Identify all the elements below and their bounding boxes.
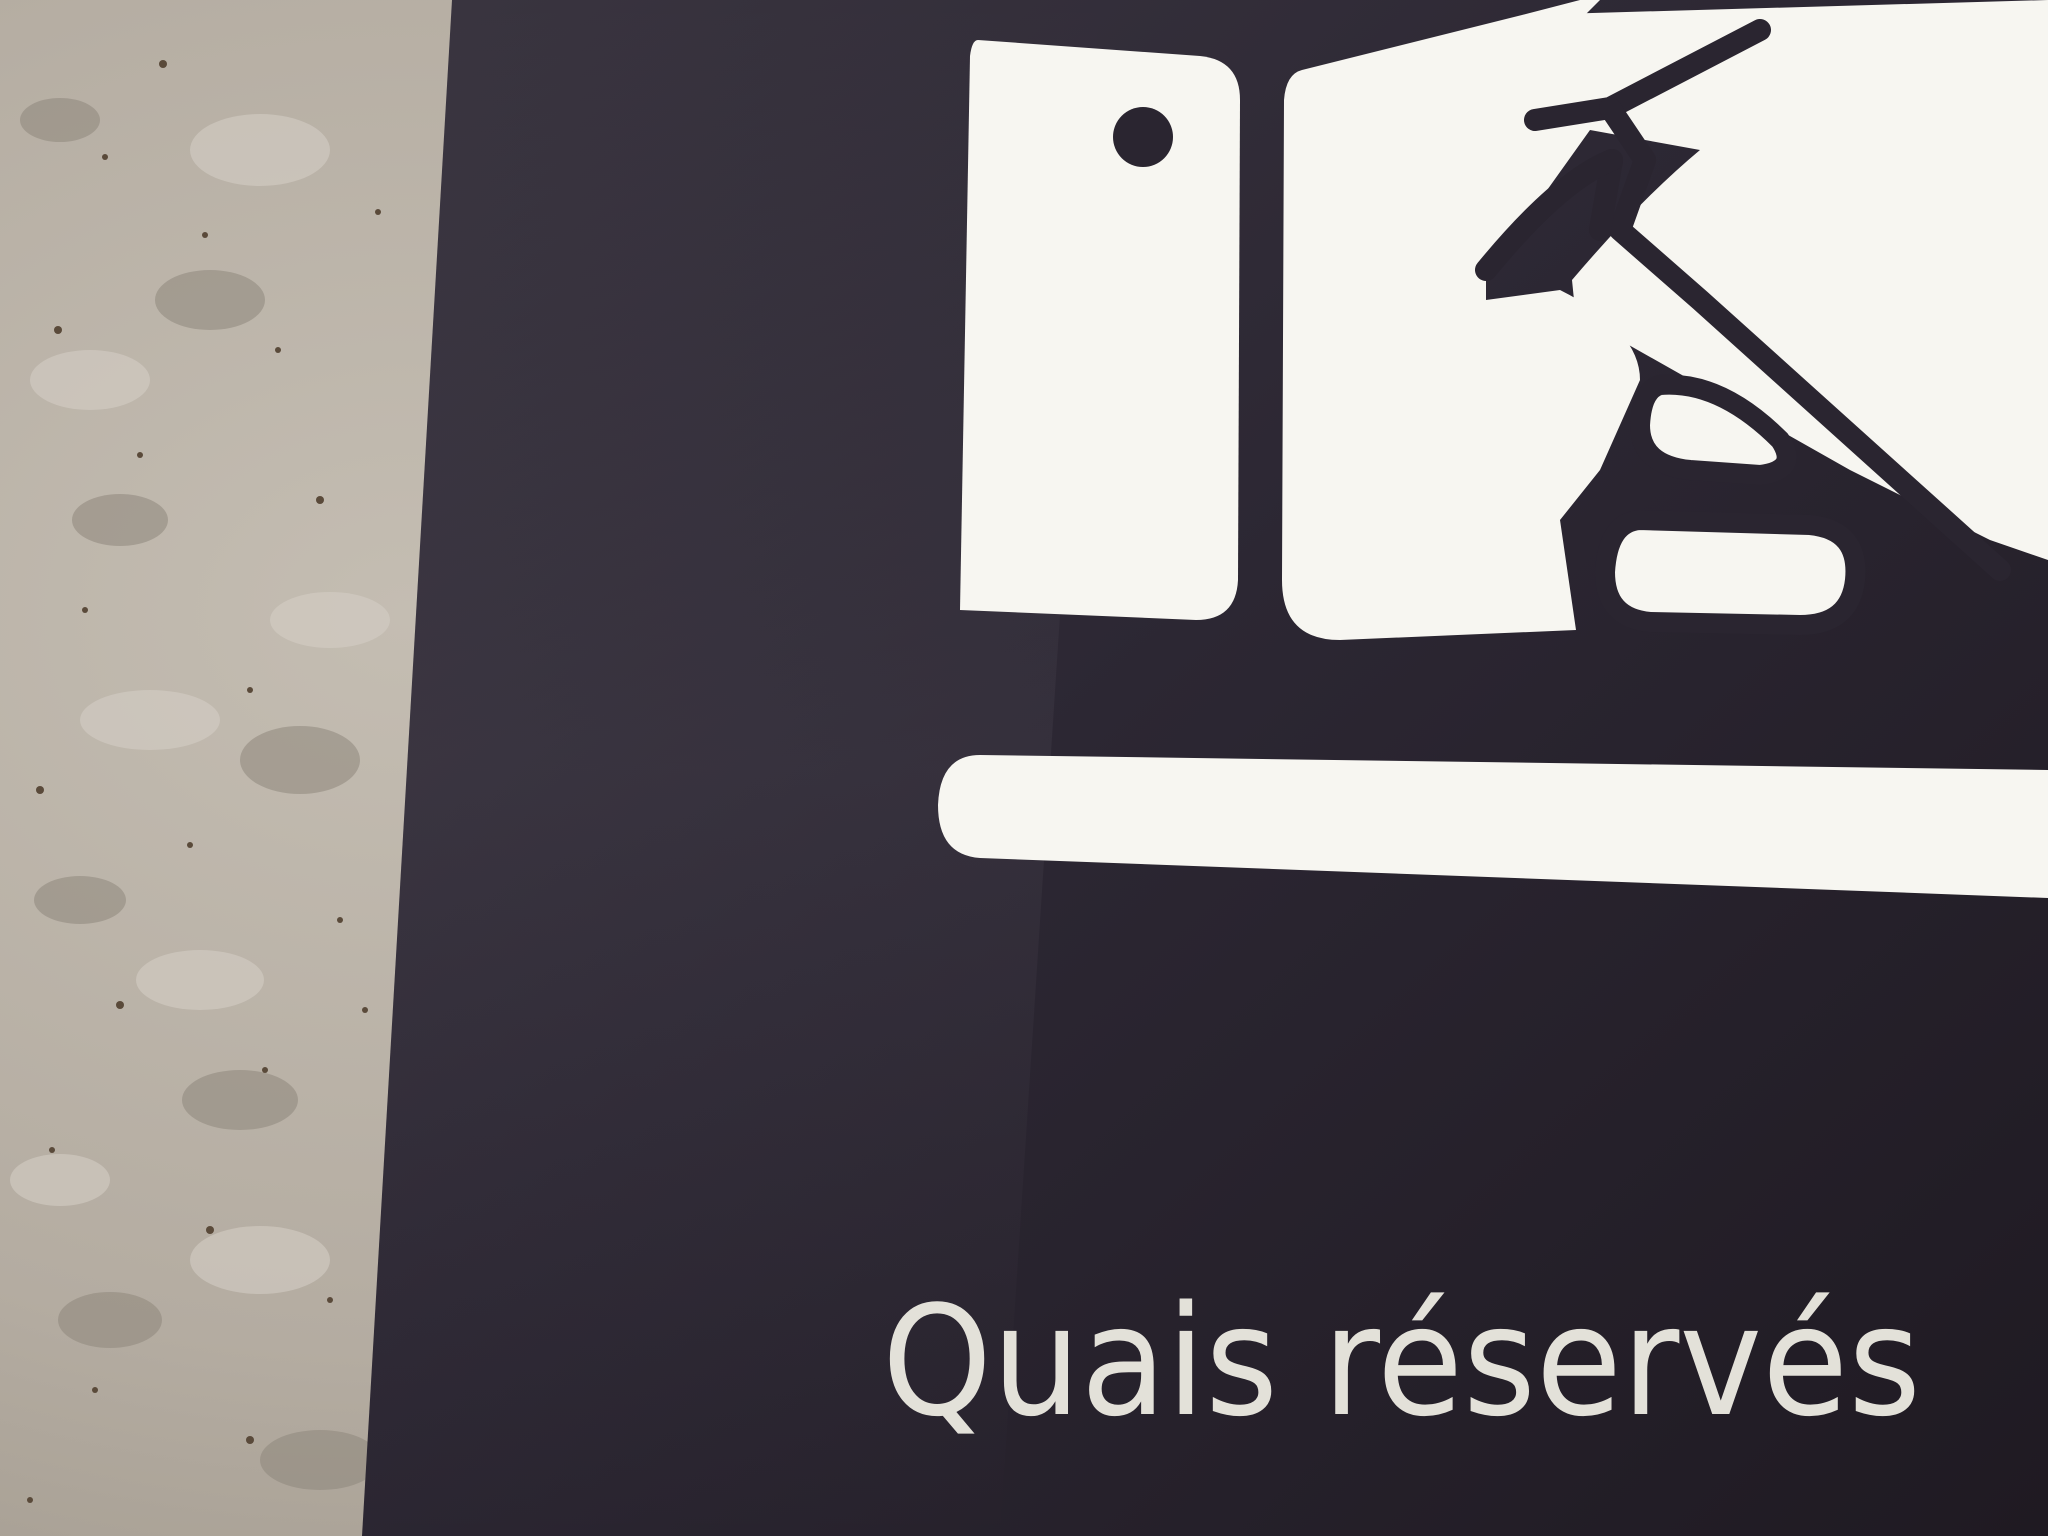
ticket-icon	[960, 40, 1240, 620]
photo-scene: Quais réservés	[0, 0, 2048, 1536]
sign-caption: Quais réservés	[882, 1273, 1922, 1450]
